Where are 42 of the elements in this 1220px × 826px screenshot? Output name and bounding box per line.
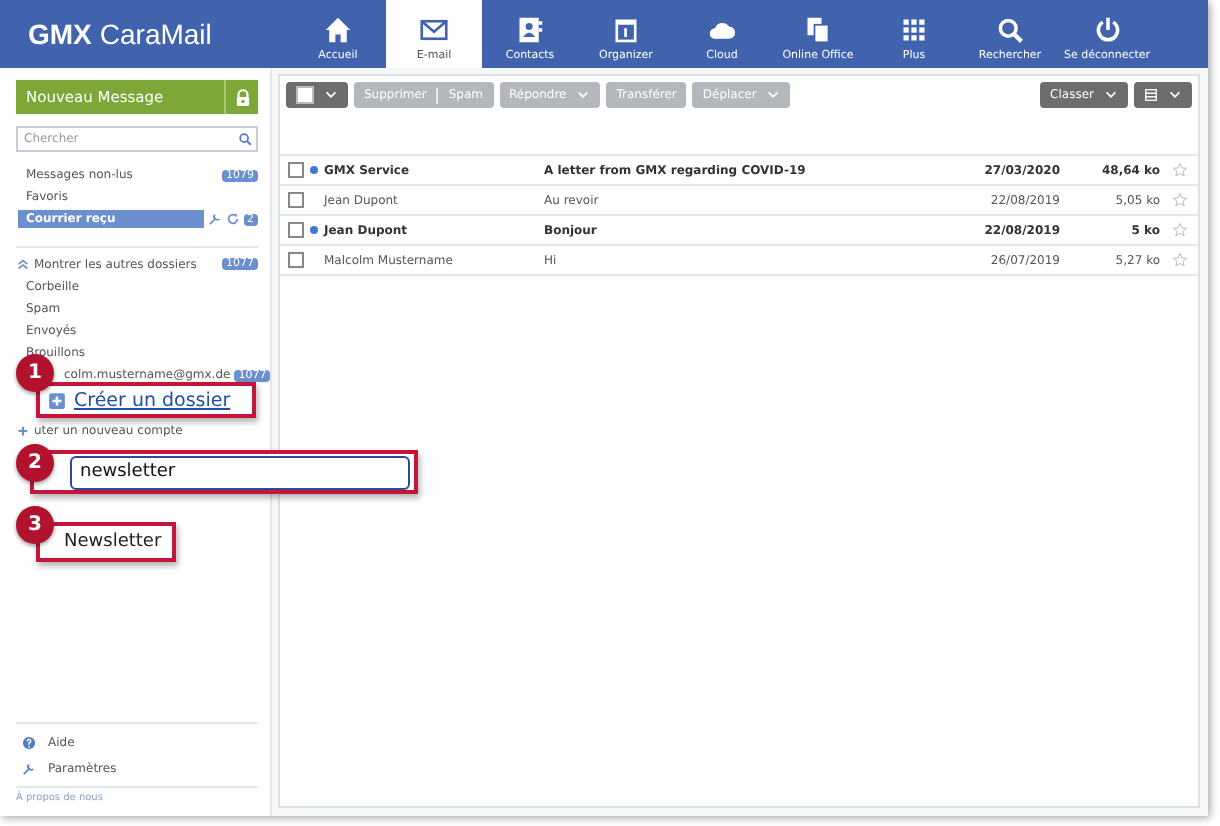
star-icon[interactable] [1172, 222, 1188, 238]
wrench-icon [22, 762, 36, 776]
list-view-icon [1144, 88, 1158, 102]
chevrons-icon [16, 257, 30, 271]
product-name: CaraMail [99, 18, 212, 50]
checkbox[interactable] [288, 222, 304, 238]
checkbox[interactable] [288, 252, 304, 268]
plus-icon [16, 424, 30, 438]
caret-icon [1168, 88, 1182, 102]
brand-logo: GMX [28, 18, 92, 50]
lock-icon [233, 87, 251, 107]
home-icon [324, 16, 352, 44]
power-icon [1093, 16, 1122, 44]
search-icon [996, 16, 1024, 44]
toolbar-button[interactable] [286, 82, 348, 108]
contact-card-icon [516, 16, 544, 44]
create-folder-link[interactable]: Créer un dossier [74, 389, 231, 411]
folder-name[interactable]: Newsletter [64, 532, 162, 552]
folder-name-field[interactable]: newsletter [70, 455, 410, 489]
star-icon[interactable] [1172, 252, 1188, 268]
caret-icon [766, 88, 781, 102]
documents-icon [804, 16, 832, 44]
step-badge: 1 [16, 354, 54, 392]
envelope-icon [420, 16, 448, 44]
caret-icon [324, 88, 338, 102]
toolbar-button[interactable] [1134, 82, 1192, 108]
caret-icon [1104, 88, 1118, 102]
wrench-icon [207, 212, 221, 226]
refresh-icon [225, 212, 239, 226]
plus-icon [48, 391, 66, 409]
search-icon [238, 132, 252, 146]
star-icon[interactable] [1172, 162, 1188, 178]
help-icon [22, 736, 36, 750]
step-badge: 2 [16, 444, 54, 482]
checkbox[interactable] [296, 86, 314, 104]
checkbox[interactable] [288, 162, 304, 178]
checkbox[interactable] [288, 192, 304, 208]
grid-icon [900, 16, 928, 44]
step-badge: 3 [16, 506, 54, 544]
caret-icon [576, 88, 591, 102]
calendar-icon [612, 16, 640, 44]
star-icon[interactable] [1172, 192, 1188, 208]
